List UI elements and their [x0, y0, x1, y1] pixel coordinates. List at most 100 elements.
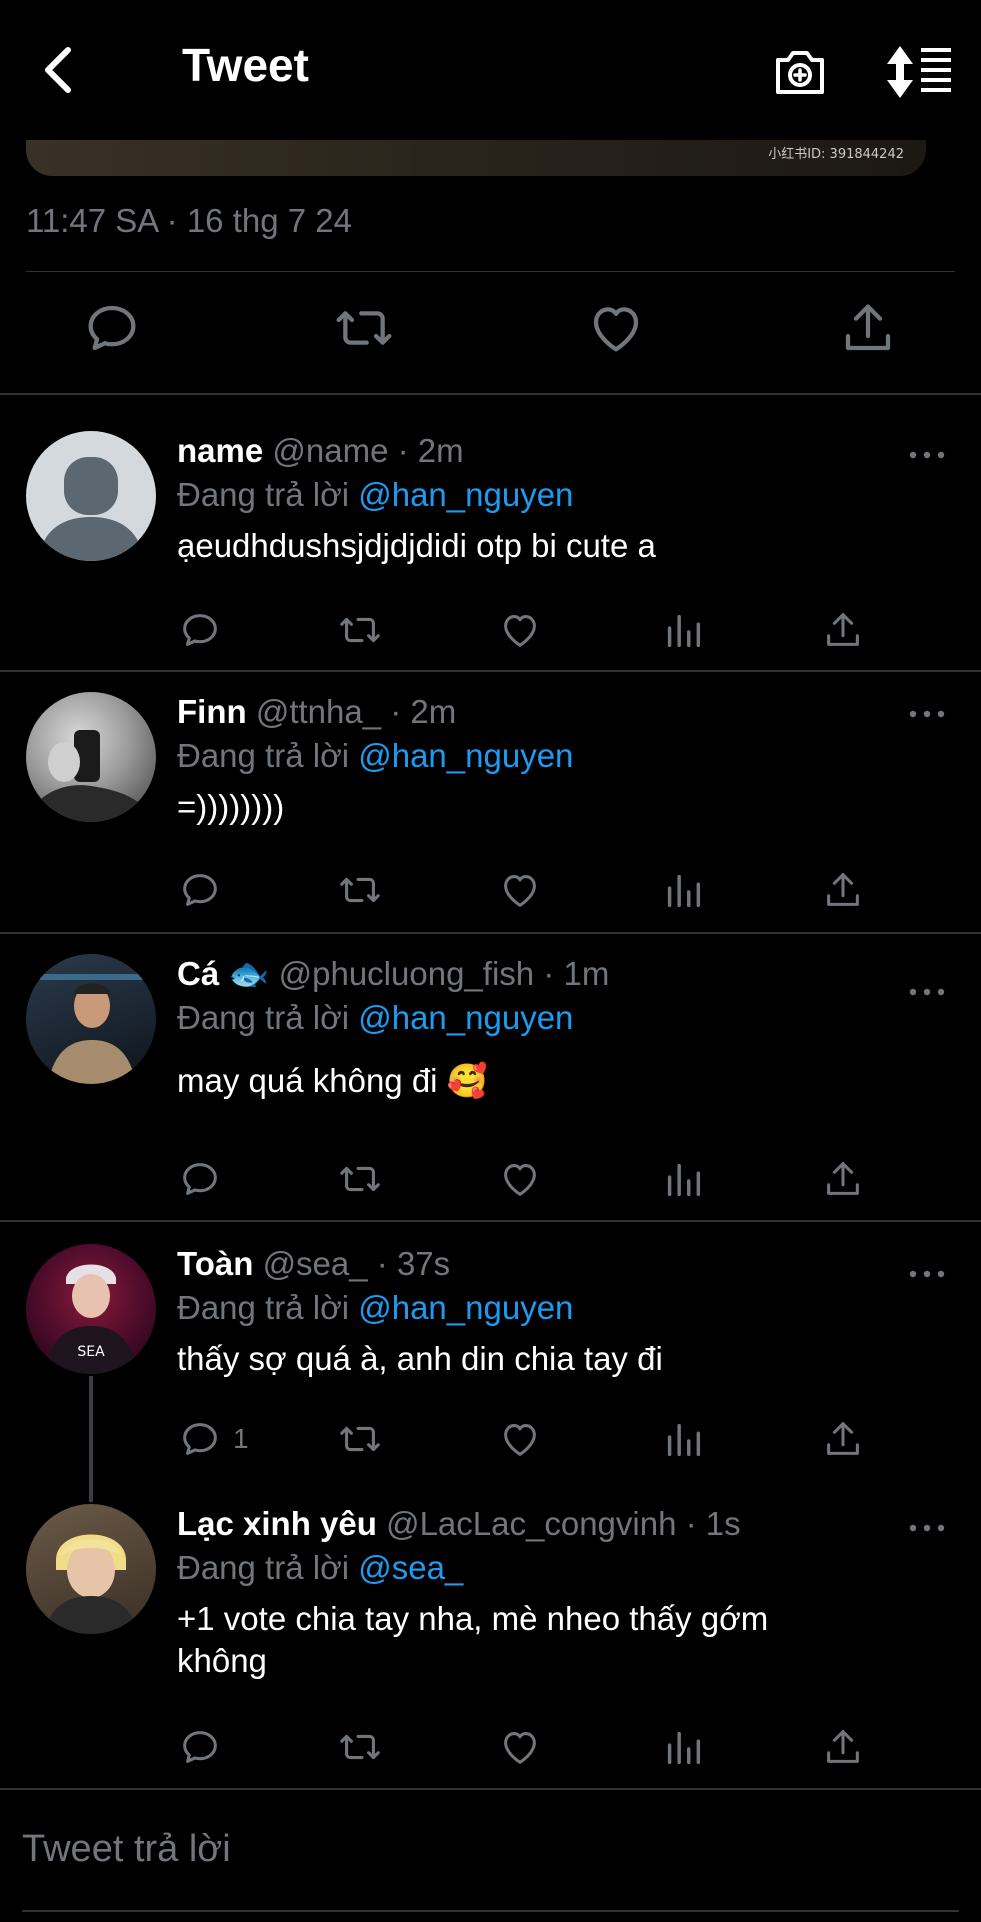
share-button[interactable]	[820, 1156, 866, 1202]
reply-composer[interactable]: Tweet trả lời	[0, 1788, 981, 1922]
replying-to-label: Đang trả lời	[177, 1289, 350, 1326]
retweet-button[interactable]	[337, 1416, 383, 1462]
retweet-button[interactable]	[337, 867, 383, 913]
reply-text: thấy sợ quá à, anh din chia tay đi	[177, 1340, 663, 1377]
share-button[interactable]	[820, 607, 866, 653]
display-name[interactable]: Lạc xinh yêu	[177, 1505, 377, 1542]
camera-button[interactable]	[770, 42, 830, 102]
replying-to: Đang trả lời @sea_	[177, 1548, 921, 1588]
mention-link[interactable]: @han_nguyen	[358, 737, 573, 774]
divider	[22, 1910, 959, 1912]
back-button[interactable]	[30, 40, 90, 100]
camera-plus-icon	[776, 51, 824, 94]
reply-button[interactable]: 1	[177, 1416, 249, 1462]
views-icon	[660, 1724, 706, 1770]
like-button[interactable]	[584, 296, 648, 360]
avatar-photo	[26, 974, 156, 1084]
sort-button[interactable]	[885, 42, 955, 102]
views-button[interactable]	[660, 1416, 706, 1462]
retweet-button[interactable]	[337, 1724, 383, 1770]
like-button[interactable]	[497, 1416, 543, 1462]
reply-input[interactable]: Tweet trả lời	[22, 1828, 231, 1871]
reply-text: +1 vote chia tay nha, mè nheo thấy gớm k…	[177, 1600, 769, 1679]
share-button[interactable]	[820, 1416, 866, 1462]
views-icon	[660, 1156, 706, 1202]
views-button[interactable]	[660, 1724, 706, 1770]
reply-icon	[177, 1416, 223, 1462]
handle[interactable]: @phucluong_fish	[279, 955, 535, 992]
post-time: · 37s	[376, 1245, 451, 1282]
like-icon	[497, 867, 543, 913]
divider	[0, 1220, 981, 1222]
handle[interactable]: @sea_	[263, 1245, 368, 1282]
replying-to-label: Đang trả lời	[177, 1549, 350, 1586]
reply-button[interactable]	[177, 607, 233, 653]
like-button[interactable]	[497, 607, 543, 653]
share-icon	[820, 867, 866, 913]
tweet-image[interactable]: 小红书ID: 391844242	[26, 140, 926, 176]
reply-button[interactable]	[80, 296, 144, 360]
post-time: · 2m	[397, 432, 464, 469]
reply-header: name @name · 2m	[177, 431, 921, 471]
reply-button[interactable]	[177, 1724, 233, 1770]
post-time: · 1m	[543, 955, 610, 992]
post-time: · 2m	[390, 693, 457, 730]
more-icon[interactable]	[907, 1264, 947, 1284]
share-button[interactable]	[820, 1724, 866, 1770]
avatar[interactable]	[26, 1504, 156, 1634]
mention-link[interactable]: @han_nguyen	[358, 999, 573, 1036]
mention-link[interactable]: @sea_	[358, 1549, 463, 1586]
divider	[0, 393, 981, 395]
share-button[interactable]	[820, 867, 866, 913]
views-button[interactable]	[660, 867, 706, 913]
mention-link[interactable]: @han_nguyen	[358, 476, 573, 513]
reply-button[interactable]	[177, 1156, 233, 1202]
replying-to: Đang trả lời @han_nguyen	[177, 736, 921, 776]
views-button[interactable]	[660, 607, 706, 653]
divider	[0, 932, 981, 934]
avatar[interactable]: SEA	[26, 1244, 156, 1374]
replying-to-label: Đang trả lời	[177, 476, 350, 513]
image-watermark: 小红书ID: 391844242	[768, 147, 904, 162]
more-icon[interactable]	[907, 445, 947, 465]
like-icon	[497, 607, 543, 653]
retweet-button[interactable]	[337, 1156, 383, 1202]
handle[interactable]: @LacLac_congvinh	[386, 1505, 676, 1542]
reply-icon	[177, 607, 223, 653]
retweet-icon	[332, 296, 396, 360]
share-icon	[820, 1416, 866, 1462]
like-icon	[497, 1156, 543, 1202]
retweet-button[interactable]	[332, 296, 396, 360]
reply-button[interactable]	[177, 867, 233, 913]
more-icon[interactable]	[907, 982, 947, 1002]
handle[interactable]: @ttnha_	[256, 693, 381, 730]
retweet-icon	[337, 607, 383, 653]
display-name[interactable]: Finn	[177, 693, 247, 730]
display-name[interactable]: Cá 🐟	[177, 955, 269, 992]
views-icon	[660, 607, 706, 653]
like-button[interactable]	[497, 1156, 543, 1202]
share-button[interactable]	[836, 296, 900, 360]
more-icon[interactable]	[907, 704, 947, 724]
avatar[interactable]	[26, 954, 156, 1084]
replying-to-label: Đang trả lời	[177, 999, 350, 1036]
avatar[interactable]	[26, 431, 156, 561]
handle[interactable]: @name	[272, 432, 388, 469]
like-button[interactable]	[497, 867, 543, 913]
retweet-button[interactable]	[337, 607, 383, 653]
tweet-timestamp: 11:47 SA · 16 thg 7 24	[26, 202, 352, 239]
mention-link[interactable]: @han_nguyen	[358, 1289, 573, 1326]
reply-actions	[177, 1724, 877, 1774]
display-name[interactable]: name	[177, 432, 263, 469]
like-button[interactable]	[497, 1724, 543, 1770]
replying-to: Đang trả lời @han_nguyen	[177, 475, 921, 515]
avatar[interactable]	[26, 692, 156, 822]
reply-actions	[177, 607, 877, 657]
reply-text: =))))))))	[177, 788, 285, 825]
views-button[interactable]	[660, 1156, 706, 1202]
reply-header: Lạc xinh yêu @LacLac_congvinh · 1s	[177, 1504, 921, 1544]
divider	[0, 670, 981, 672]
default-avatar-icon	[38, 457, 144, 561]
more-icon[interactable]	[907, 1518, 947, 1538]
display-name[interactable]: Toàn	[177, 1245, 253, 1282]
